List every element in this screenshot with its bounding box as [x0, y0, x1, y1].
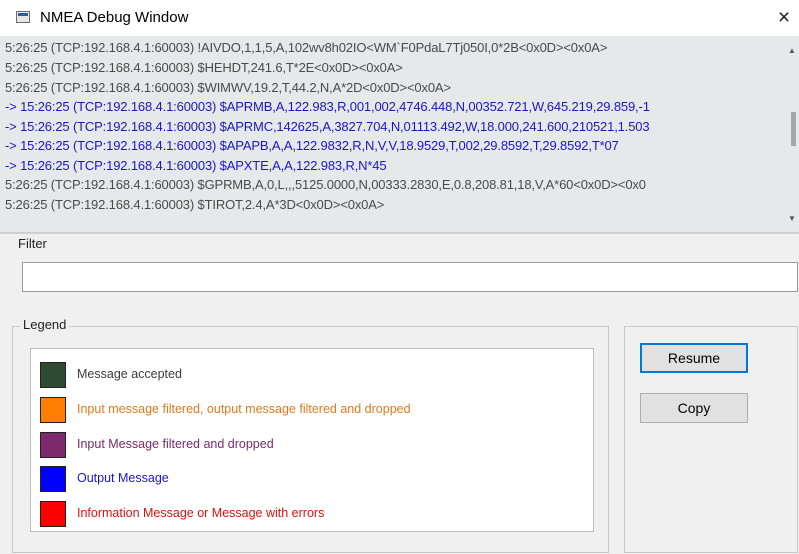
- legend-text: Message accepted: [77, 367, 182, 381]
- swatch-output: [40, 466, 66, 492]
- log-line: 5:26:25 (TCP:192.168.4.1:60003) !AIVDO,1…: [5, 40, 608, 55]
- message-log[interactable]: 5:26:25 (TCP:192.168.4.1:60003) !AIVDO,1…: [0, 36, 799, 233]
- log-divider: [0, 232, 799, 234]
- legend-text: Output Message: [77, 471, 169, 485]
- scroll-up-arrow-icon[interactable]: ▲: [788, 46, 796, 55]
- log-line: 5:26:25 (TCP:192.168.4.1:60003) $HEHDT,2…: [5, 60, 403, 75]
- filter-label: Filter: [16, 236, 49, 251]
- window-title: NMEA Debug Window: [40, 9, 189, 26]
- close-button[interactable]: ×: [770, 4, 798, 32]
- swatch-errors: [40, 501, 66, 527]
- filter-input[interactable]: [22, 262, 798, 292]
- log-line: -> 15:26:25 (TCP:192.168.4.1:60003) $APA…: [5, 138, 619, 153]
- legend-text: Input message filtered, output message f…: [77, 402, 411, 416]
- log-line: 5:26:25 (TCP:192.168.4.1:60003) $TIROT,2…: [5, 197, 385, 212]
- scroll-down-arrow-icon[interactable]: ▼: [788, 214, 796, 223]
- legend-panel: Message accepted Input message filtered,…: [30, 348, 594, 532]
- swatch-accepted: [40, 362, 66, 388]
- legend-text: Information Message or Message with erro…: [77, 506, 325, 520]
- legend-label: Legend: [20, 317, 70, 332]
- log-scrollbar-thumb[interactable]: [791, 112, 796, 146]
- legend-text: Input Message filtered and dropped: [77, 437, 274, 451]
- log-line: -> 15:26:25 (TCP:192.168.4.1:60003) $APR…: [5, 119, 650, 134]
- log-line: -> 15:26:25 (TCP:192.168.4.1:60003) $APR…: [5, 99, 650, 114]
- copy-button[interactable]: Copy: [640, 393, 748, 423]
- resume-button[interactable]: Resume: [640, 343, 748, 373]
- log-line: -> 15:26:25 (TCP:192.168.4.1:60003) $APX…: [5, 158, 387, 173]
- app-window-icon: [16, 11, 30, 23]
- swatch-input-filtered: [40, 432, 66, 458]
- swatch-filtered-dropped: [40, 397, 66, 423]
- title-bar: NMEA Debug Window ×: [0, 0, 799, 36]
- log-line: 5:26:25 (TCP:192.168.4.1:60003) $GPRMB,A…: [5, 177, 646, 192]
- log-line: 5:26:25 (TCP:192.168.4.1:60003) $WIMWV,1…: [5, 80, 451, 95]
